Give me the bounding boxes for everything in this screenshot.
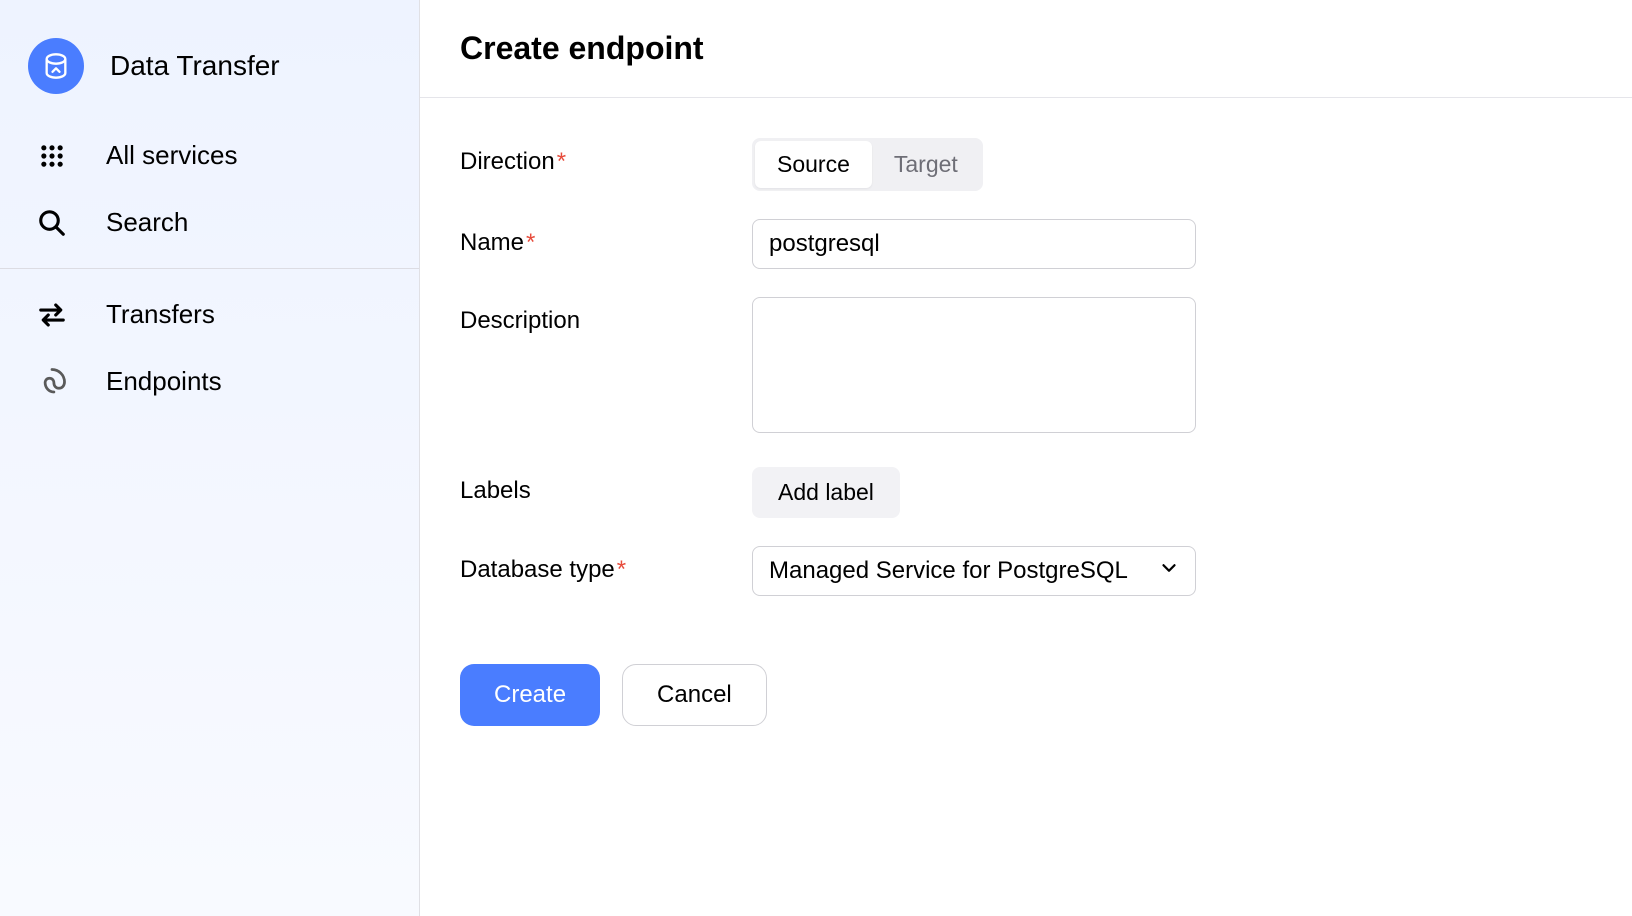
form-actions: Create Cancel <box>460 664 1592 726</box>
name-input[interactable] <box>752 219 1196 269</box>
add-label-button[interactable]: Add label <box>752 467 900 518</box>
page-title: Create endpoint <box>460 30 1592 67</box>
database-type-select[interactable]: Managed Service for PostgreSQL <box>752 546 1196 596</box>
row-database-type: Database type* Managed Service for Postg… <box>460 546 1592 596</box>
transfer-icon <box>34 300 70 330</box>
sidebar: Data Transfer All services Search <box>0 0 420 916</box>
label-labels: Labels <box>460 467 752 505</box>
row-direction: Direction* Source Target <box>460 138 1592 191</box>
main-header: Create endpoint <box>420 0 1632 98</box>
database-type-value: Managed Service for PostgreSQL <box>769 557 1128 585</box>
label-direction: Direction* <box>460 138 752 176</box>
description-input[interactable] <box>752 297 1196 433</box>
form: Direction* Source Target Name* Descripti… <box>420 98 1632 766</box>
sidebar-item-search[interactable]: Search <box>0 189 419 256</box>
row-name: Name* <box>460 219 1592 269</box>
label-database-type: Database type* <box>460 546 752 584</box>
sidebar-item-endpoints[interactable]: Endpoints <box>0 348 419 415</box>
sidebar-item-all-services[interactable]: All services <box>0 122 419 189</box>
row-labels: Labels Add label <box>460 467 1592 518</box>
label-name: Name* <box>460 219 752 257</box>
brand-title: Data Transfer <box>110 50 280 82</box>
direction-source-button[interactable]: Source <box>755 141 872 188</box>
endpoints-icon <box>34 367 70 397</box>
create-button[interactable]: Create <box>460 664 600 726</box>
sidebar-item-label: All services <box>106 140 237 171</box>
sidebar-item-transfers[interactable]: Transfers <box>0 281 419 348</box>
sidebar-item-label: Search <box>106 207 188 238</box>
sidebar-item-label: Transfers <box>106 299 215 330</box>
main: Create endpoint Direction* Source Target… <box>420 0 1632 916</box>
sidebar-brand[interactable]: Data Transfer <box>0 28 419 122</box>
data-transfer-icon <box>28 38 84 94</box>
direction-segmented: Source Target <box>752 138 983 191</box>
row-description: Description <box>460 297 1592 439</box>
search-icon <box>34 208 70 238</box>
direction-target-button[interactable]: Target <box>872 141 980 188</box>
label-description: Description <box>460 297 752 335</box>
grid-icon <box>34 142 70 170</box>
sidebar-item-label: Endpoints <box>106 366 222 397</box>
sidebar-divider <box>0 268 419 269</box>
cancel-button[interactable]: Cancel <box>622 664 767 726</box>
